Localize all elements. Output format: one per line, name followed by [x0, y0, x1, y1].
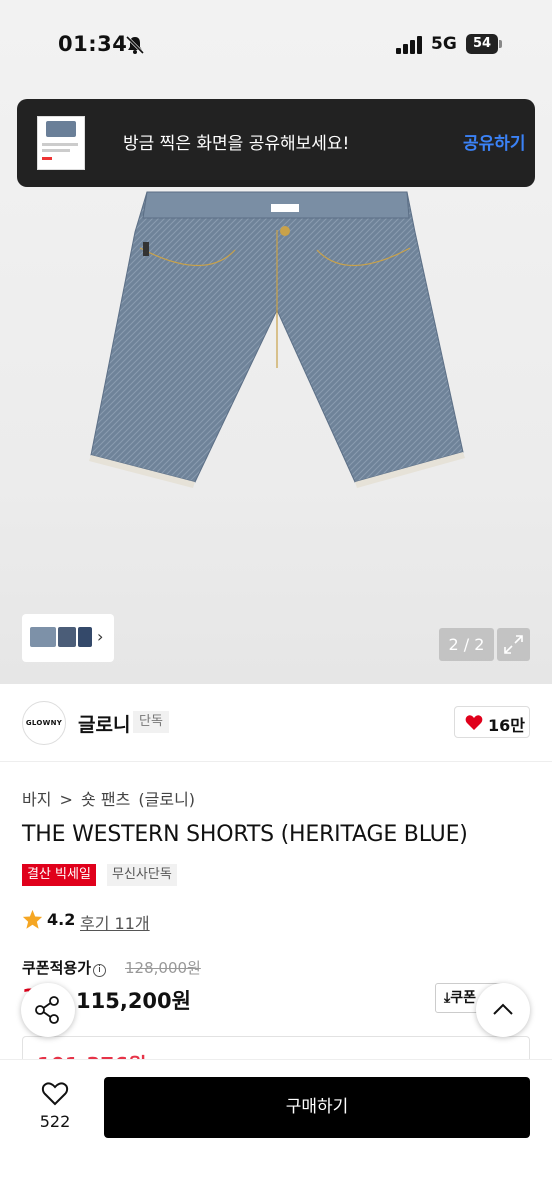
- status-time: 01:34: [58, 32, 128, 56]
- brand-like-count: 16만: [488, 716, 525, 735]
- breadcrumb-brand[interactable]: (글로니): [138, 790, 195, 809]
- share-button[interactable]: [21, 983, 75, 1037]
- chevron-right-icon[interactable]: ›: [97, 627, 103, 646]
- thumbnail-shorts: [46, 121, 76, 137]
- status-bar: 01:34 5G 54: [0, 0, 552, 90]
- exclusive-badge: 무신사단독: [107, 864, 177, 886]
- thumbnail-line: [42, 149, 70, 152]
- exclusive-tag: 단독: [133, 711, 169, 733]
- heart-filled-icon: [465, 715, 483, 730]
- review-link[interactable]: 후기 11개: [80, 910, 150, 934]
- wishlist-button[interactable]: 522: [30, 1078, 80, 1136]
- buy-button[interactable]: 구매하기: [104, 1077, 530, 1138]
- product-title: THE WESTERN SHORTS (HERITAGE BLUE): [22, 822, 468, 847]
- share-toast: 방금 찍은 화면을 공유해보세요! 공유하기: [17, 99, 535, 187]
- thumbnail-strip[interactable]: ›: [22, 614, 114, 662]
- brand-logo[interactable]: GLOWNY: [22, 701, 66, 745]
- share-icon: [35, 996, 59, 1024]
- breadcrumb-separator: >: [59, 790, 73, 809]
- thumbnail-2[interactable]: [58, 627, 76, 647]
- star-icon: [22, 909, 43, 929]
- signal-icon: [396, 36, 422, 54]
- coupon-price-text: 쿠폰적용가: [22, 959, 92, 977]
- brand-name[interactable]: 글로니: [78, 710, 130, 737]
- original-price: 128,000원: [125, 959, 201, 977]
- thumbnail-badge: [42, 157, 52, 160]
- sale-badge: 결산 빅세일: [22, 864, 96, 886]
- wishlist-count: 522: [39, 1112, 71, 1131]
- breadcrumb-category[interactable]: 바지: [22, 790, 51, 809]
- scroll-top-button[interactable]: [476, 983, 530, 1037]
- battery-icon: 54: [466, 34, 502, 54]
- thumbnail-line: [42, 143, 78, 146]
- product-image-shorts: [89, 191, 465, 488]
- battery-tip: [499, 40, 502, 48]
- toast-share-button[interactable]: 공유하기: [463, 129, 526, 154]
- breadcrumb: 바지 > 숏 팬츠 (글로니): [22, 786, 198, 810]
- screenshot-thumbnail[interactable]: [37, 116, 85, 170]
- heart-outline-icon: [41, 1082, 69, 1106]
- thumbnail-3[interactable]: [78, 627, 92, 647]
- thumbnail-1[interactable]: [30, 627, 56, 647]
- toast-message: 방금 찍은 화면을 공유해보세요!: [123, 134, 350, 154]
- battery-level: 54: [466, 34, 498, 54]
- network-label: 5G: [431, 34, 457, 54]
- chevron-up-icon: [493, 1003, 513, 1015]
- brand-row: GLOWNY 글로니 단독 16만: [0, 684, 552, 762]
- rating-value: 4.2: [47, 910, 76, 929]
- bottom-bar: 522 구매하기: [0, 1059, 552, 1200]
- info-icon[interactable]: i: [93, 964, 107, 977]
- image-pager: 2 / 2: [439, 628, 494, 661]
- expand-button[interactable]: [497, 628, 530, 661]
- coupon-price-label: 쿠폰적용가 i: [22, 957, 107, 978]
- bell-muted-icon: [125, 35, 145, 55]
- breadcrumb-subcategory[interactable]: 숏 팬츠: [81, 790, 130, 809]
- brand-like-button[interactable]: 16만: [454, 706, 530, 738]
- final-price: 115,200원: [76, 989, 191, 1013]
- expand-icon: [504, 635, 523, 654]
